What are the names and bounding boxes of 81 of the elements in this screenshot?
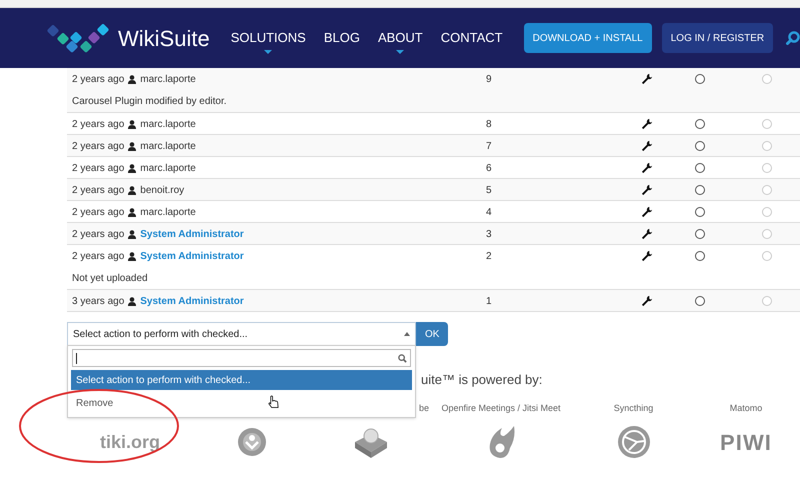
search-icon xyxy=(398,354,407,362)
logo-text: tiki.org xyxy=(100,430,160,454)
user-icon xyxy=(128,230,136,239)
nav-link[interactable]: ABOUT xyxy=(378,28,423,48)
wrench-icon[interactable] xyxy=(641,184,653,196)
radio-button[interactable] xyxy=(695,74,705,84)
age-text: 2 years ago xyxy=(72,162,124,176)
ok-button[interactable]: OK xyxy=(416,322,448,346)
age-text: 2 years ago xyxy=(72,228,124,242)
radio-button[interactable] xyxy=(695,185,705,195)
user-name: marc.laporte xyxy=(140,140,196,154)
user-icon xyxy=(128,142,136,151)
nav-link[interactable]: BLOG xyxy=(324,28,360,48)
text-cursor xyxy=(76,352,77,364)
wrench-icon[interactable] xyxy=(641,73,653,85)
age-text: 2 years ago xyxy=(72,73,124,87)
sync-logo-icon xyxy=(616,425,650,459)
version-number: 7 xyxy=(486,141,492,152)
comment-text: Not yet uploaded xyxy=(72,272,149,286)
version-number: 5 xyxy=(486,185,492,196)
project-name: Syncthing xyxy=(614,402,654,415)
age-text: 2 years ago xyxy=(72,250,124,264)
dropdown-option[interactable]: Remove xyxy=(71,393,412,413)
user-icon xyxy=(128,75,136,84)
age-text: 2 years ago xyxy=(72,184,124,198)
header-button[interactable]: DOWNLOAD + INSTALL xyxy=(524,23,652,53)
age-text: 2 years ago xyxy=(72,206,124,220)
search-icon[interactable] xyxy=(786,31,800,45)
project-name: Openfire Meetings / Jitsi Meet xyxy=(441,402,561,415)
version-number: 8 xyxy=(486,119,492,130)
user-name: benoit.roy xyxy=(140,184,184,198)
age-text: 2 years ago xyxy=(72,140,124,154)
wrench-icon[interactable] xyxy=(641,118,653,130)
section-heading: uite™ is powered by: xyxy=(421,372,542,387)
circle-logo-icon xyxy=(237,427,267,457)
user-link[interactable]: System Administrator xyxy=(140,249,244,264)
version-number: 6 xyxy=(486,163,492,174)
logo-text: PIWI xyxy=(720,428,772,456)
header-button[interactable]: LOG IN / REGISTER xyxy=(662,23,774,53)
age-text: 3 years ago xyxy=(72,295,124,309)
wrench-icon[interactable] xyxy=(641,250,653,262)
version-number: 2 xyxy=(486,251,492,262)
action-select[interactable]: Select action to perform with checked... xyxy=(67,322,416,346)
radio-button[interactable] xyxy=(695,163,705,173)
user-link[interactable]: System Administrator xyxy=(140,227,244,242)
user-icon xyxy=(128,252,136,261)
dropdown-option[interactable]: Select action to perform with checked... xyxy=(71,370,412,390)
wrench-icon[interactable] xyxy=(641,162,653,174)
user-link[interactable]: System Administrator xyxy=(140,294,244,309)
radio-button[interactable] xyxy=(695,207,705,217)
radio-button[interactable] xyxy=(695,251,705,261)
radio-button[interactable] xyxy=(695,141,705,151)
project-name: Matomo xyxy=(730,402,762,415)
user-name: marc.laporte xyxy=(140,162,196,176)
version-number: 4 xyxy=(486,207,492,218)
radio-button[interactable] xyxy=(695,296,705,306)
user-icon xyxy=(128,120,136,129)
radio-button[interactable] xyxy=(695,229,705,239)
user-name: marc.laporte xyxy=(140,118,196,132)
logo-text: WikiSuite xyxy=(118,24,210,52)
project-name: be xyxy=(418,402,429,415)
user-name: marc.laporte xyxy=(140,206,196,220)
wrench-icon[interactable] xyxy=(641,140,653,152)
age-text: 2 years ago xyxy=(72,118,124,132)
version-number: 1 xyxy=(486,296,492,307)
nav-link[interactable]: CONTACT xyxy=(440,28,503,48)
comment-text: Carousel Plugin modified by editor. xyxy=(72,95,228,109)
wrench-icon[interactable] xyxy=(641,295,653,307)
search-field[interactable] xyxy=(72,349,411,367)
wrench-icon[interactable] xyxy=(641,206,653,218)
user-icon xyxy=(128,297,136,306)
hand-cursor-icon xyxy=(268,395,279,409)
user-icon xyxy=(128,208,136,217)
user-icon xyxy=(128,164,136,173)
version-number: 3 xyxy=(486,229,492,240)
version-number: 9 xyxy=(486,74,492,85)
nav-link[interactable]: SOLUTIONS xyxy=(230,28,306,48)
user-name: marc.laporte xyxy=(140,73,196,87)
user-icon xyxy=(128,186,136,195)
radio-button[interactable] xyxy=(695,119,705,129)
wrench-icon[interactable] xyxy=(641,228,653,240)
